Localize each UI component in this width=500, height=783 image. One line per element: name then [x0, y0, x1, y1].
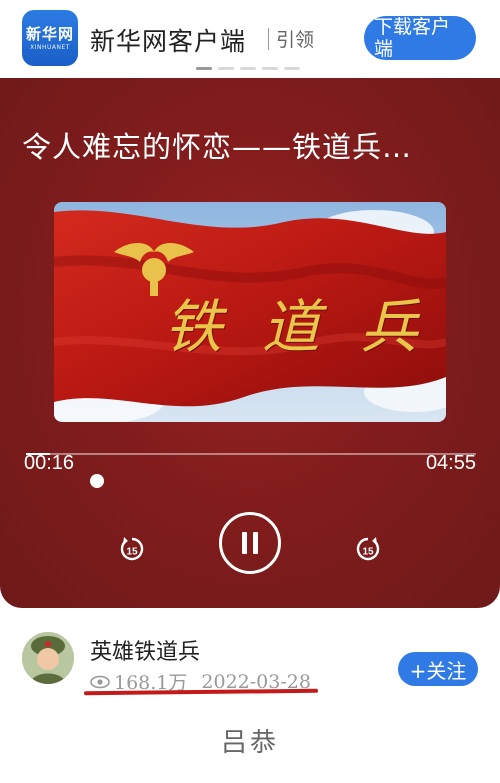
- download-app-button[interactable]: 下载客户端: [364, 16, 476, 60]
- app-download-banner: 新华网 XINHUANET 新华网客户端 引领 下载客户端: [0, 0, 500, 78]
- rewind-15-button[interactable]: 15: [118, 536, 146, 564]
- page-indicator: [196, 67, 300, 70]
- forward-label: 15: [362, 547, 374, 558]
- author-name[interactable]: 英雄铁道兵: [90, 634, 200, 666]
- pause-icon: [242, 532, 247, 554]
- author-avatar[interactable]: [22, 632, 74, 684]
- audio-player: 令人难忘的怀恋——铁道兵… 铁道兵 00:16 04:55 15 15: [0, 78, 500, 608]
- pause-button[interactable]: [219, 512, 281, 574]
- cover-calligraphy: 铁道兵: [164, 293, 446, 361]
- app-name: 新华网客户端: [90, 27, 247, 56]
- app-logo[interactable]: 新华网 XINHUANET: [22, 10, 78, 66]
- progress-track[interactable]: [26, 453, 476, 455]
- eye-icon: [90, 675, 110, 688]
- rewind-label: 15: [126, 547, 138, 558]
- logo-text: 新华网: [25, 24, 74, 43]
- avatar-image: [22, 632, 74, 684]
- app-slogan: 引领: [276, 29, 315, 51]
- singer-name: 吕恭: [220, 728, 279, 758]
- forward-15-button[interactable]: 15: [354, 536, 382, 564]
- album-cover: 铁道兵: [54, 202, 446, 422]
- rewind-15-icon: 15: [120, 537, 144, 561]
- page-indicator-dot: [284, 67, 300, 70]
- forward-15-icon: 15: [356, 537, 380, 561]
- banner-divider: [268, 28, 269, 50]
- total-duration: 04:55: [425, 452, 476, 474]
- follow-button[interactable]: +关注: [398, 652, 478, 686]
- page-indicator-dot: [218, 67, 234, 70]
- page-indicator-dot: [262, 67, 278, 70]
- pause-icon: [253, 532, 258, 554]
- logo-subtext: XINHUANET: [30, 43, 70, 51]
- page-indicator-dot: [240, 67, 256, 70]
- track-title: 令人难忘的怀恋——铁道兵…: [22, 130, 413, 164]
- elapsed-time: 00:16: [24, 452, 75, 474]
- progress-thumb[interactable]: [90, 474, 104, 488]
- page-indicator-dot-active: [196, 67, 212, 70]
